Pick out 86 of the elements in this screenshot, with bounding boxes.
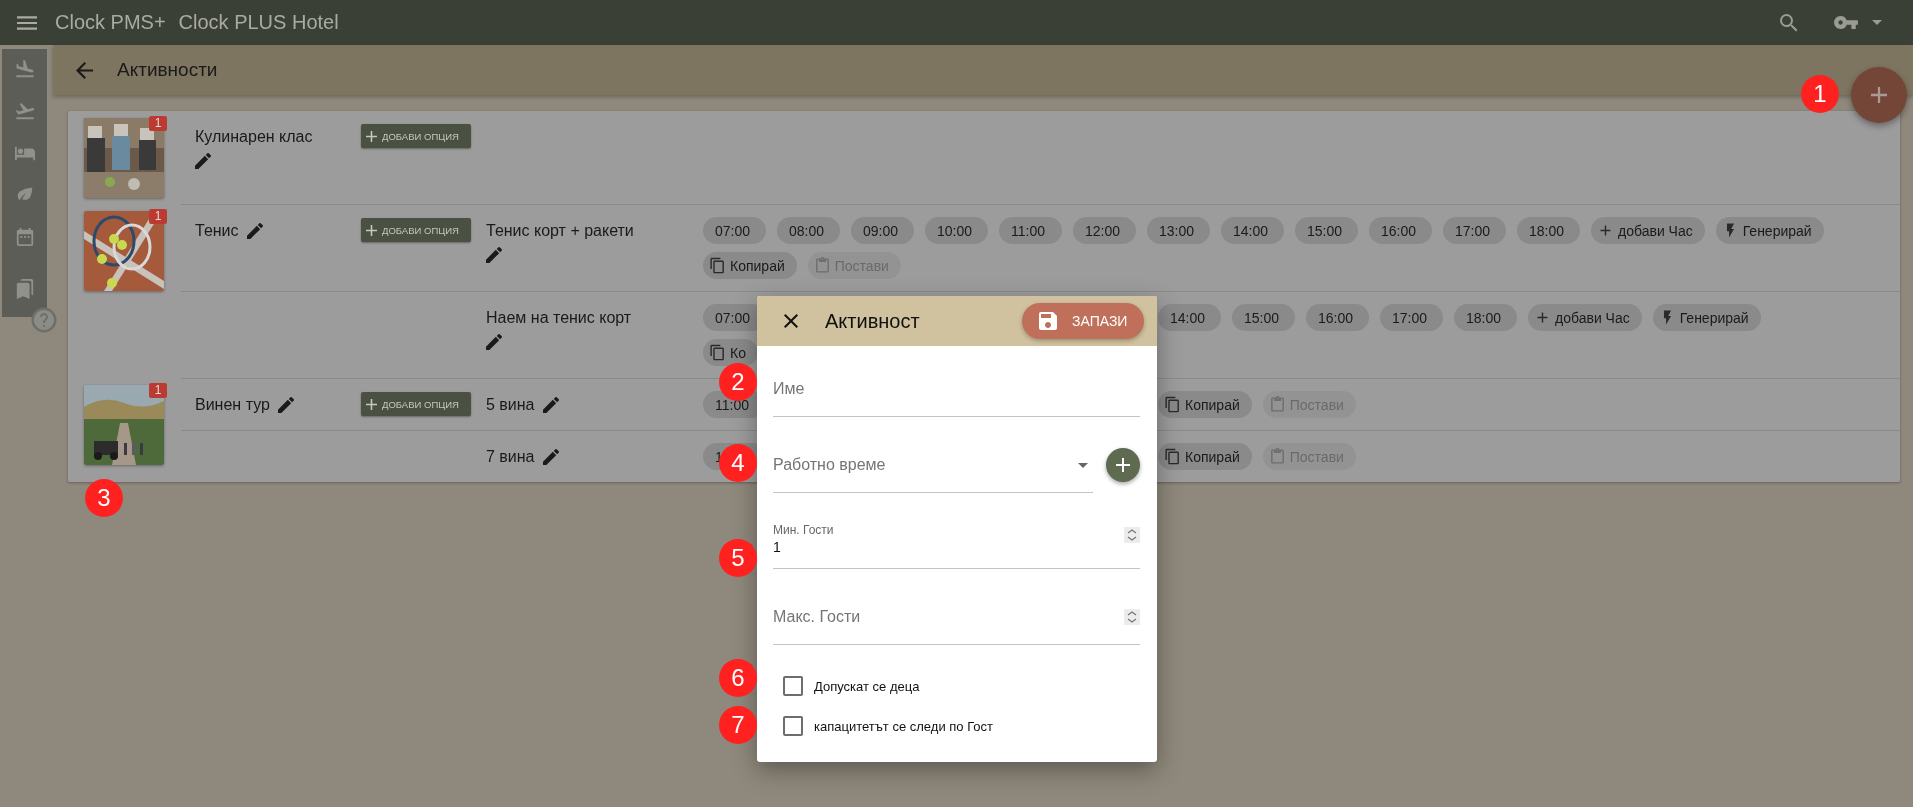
- time-chip[interactable]: 15:00: [1295, 217, 1358, 244]
- save-button[interactable]: ЗАПАЗИ: [1022, 303, 1144, 339]
- plane-landing-icon[interactable]: [14, 59, 35, 79]
- menu-icon[interactable]: [17, 15, 37, 30]
- option-name: 7 вина: [486, 447, 535, 467]
- product-name: Clock PMS+: [55, 11, 166, 34]
- checkbox[interactable]: [783, 676, 803, 696]
- add-option-button[interactable]: ДОБАВИ ОПЦИЯ: [361, 124, 471, 148]
- time-chip[interactable]: 14:00: [1221, 217, 1284, 244]
- generate-button[interactable]: Генерирай: [1715, 217, 1824, 244]
- copy-icon: [1164, 448, 1181, 465]
- clipboard-icon: [813, 257, 831, 274]
- plane-takeoff-icon[interactable]: [14, 101, 35, 121]
- calendar-icon[interactable]: [14, 227, 35, 247]
- copy-button[interactable]: Копирай: [1158, 443, 1252, 470]
- caret-icon[interactable]: [1078, 463, 1088, 468]
- page-title: Активности: [117, 59, 218, 81]
- time-chip[interactable]: 18:00: [1517, 217, 1580, 244]
- copy-icon: [709, 257, 726, 274]
- checkbox-label: капацитетът се следи по Гост: [814, 718, 993, 734]
- step-marker: 7: [719, 706, 757, 744]
- time-chip[interactable]: 10:00: [925, 217, 988, 244]
- count-badge: 1: [149, 116, 167, 131]
- time-chip[interactable]: 17:00: [1380, 304, 1443, 331]
- add-button[interactable]: [1106, 448, 1140, 482]
- spinner-icon[interactable]: [1124, 609, 1140, 625]
- clipboard-icon: [1268, 448, 1286, 465]
- bookmarks-icon[interactable]: [14, 279, 35, 299]
- copy-button[interactable]: Копирай: [1158, 391, 1252, 418]
- step-marker: 3: [85, 479, 123, 517]
- edit-icon[interactable]: [486, 244, 502, 266]
- back-icon[interactable]: [76, 61, 93, 79]
- activity-name: Тенис: [195, 221, 239, 241]
- caret-icon[interactable]: [1872, 20, 1882, 25]
- time-chip[interactable]: 09:00: [851, 217, 914, 244]
- copy-button[interactable]: Копирай: [703, 252, 797, 279]
- time-chip[interactable]: 16:00: [1306, 304, 1369, 331]
- search-icon[interactable]: [1780, 13, 1798, 32]
- time-chip[interactable]: 12:00: [1073, 217, 1136, 244]
- plus-icon: [366, 398, 377, 410]
- plus-icon: [1116, 458, 1130, 472]
- copy-button[interactable]: Ко: [703, 339, 758, 366]
- input-field[interactable]: 1: [773, 537, 1124, 557]
- dialog-title: Активност: [825, 309, 920, 333]
- activity-name: Кулинарен клас: [195, 127, 313, 147]
- copy-icon: [709, 344, 726, 361]
- input-field[interactable]: Макс. Гости: [773, 605, 1124, 629]
- property-name: Clock PLUS Hotel: [178, 11, 339, 34]
- time-chip[interactable]: 13:00: [1147, 217, 1210, 244]
- time-chip[interactable]: 14:00: [1158, 304, 1221, 331]
- option-name: Наем на тенис корт: [486, 308, 632, 328]
- plus-icon: [1871, 87, 1887, 103]
- add-option-button[interactable]: ДОБАВИ ОПЦИЯ: [361, 392, 471, 416]
- dropdown-field[interactable]: Работно време: [773, 453, 1078, 477]
- time-chip[interactable]: 17:00: [1443, 217, 1506, 244]
- generate-button[interactable]: Генерирай: [1652, 304, 1761, 331]
- time-chip[interactable]: 07:00: [703, 217, 766, 244]
- copy-icon: [1164, 396, 1181, 413]
- save-icon: [1039, 312, 1057, 330]
- plus-icon: [366, 130, 377, 142]
- time-chip[interactable]: 11:00: [999, 217, 1062, 244]
- step-marker: 5: [719, 539, 757, 577]
- option-name: 5 вина: [486, 395, 535, 415]
- add-hour-button[interactable]: добави Час: [1528, 304, 1642, 331]
- field-label: Мин. Гости: [773, 523, 835, 537]
- time-chip[interactable]: 18:00: [1454, 304, 1517, 331]
- plus-icon: [366, 224, 377, 236]
- checkbox-label: Допускат се деца: [814, 678, 920, 694]
- spinner-icon[interactable]: [1124, 527, 1140, 543]
- time-chip[interactable]: 15:00: [1232, 304, 1295, 331]
- checkbox[interactable]: [783, 716, 803, 736]
- edit-icon[interactable]: [195, 150, 211, 172]
- time-chip[interactable]: 08:00: [777, 217, 840, 244]
- add-hour-button[interactable]: добави Час: [1591, 217, 1705, 244]
- add-option-button[interactable]: ДОБАВИ ОПЦИЯ: [361, 218, 471, 242]
- count-badge: 1: [149, 209, 167, 224]
- clipboard-icon: [1268, 396, 1286, 413]
- time-chip[interactable]: 16:00: [1369, 217, 1432, 244]
- input-field[interactable]: Име: [773, 377, 1140, 401]
- edit-icon[interactable]: [486, 331, 502, 353]
- activity-name: Винен тур: [195, 395, 270, 415]
- step-marker: 6: [719, 659, 757, 697]
- option-name: Тенис корт + ракети: [486, 221, 634, 241]
- count-badge: 1: [149, 383, 167, 398]
- key-icon[interactable]: [1834, 16, 1858, 29]
- close-icon[interactable]: [784, 314, 798, 328]
